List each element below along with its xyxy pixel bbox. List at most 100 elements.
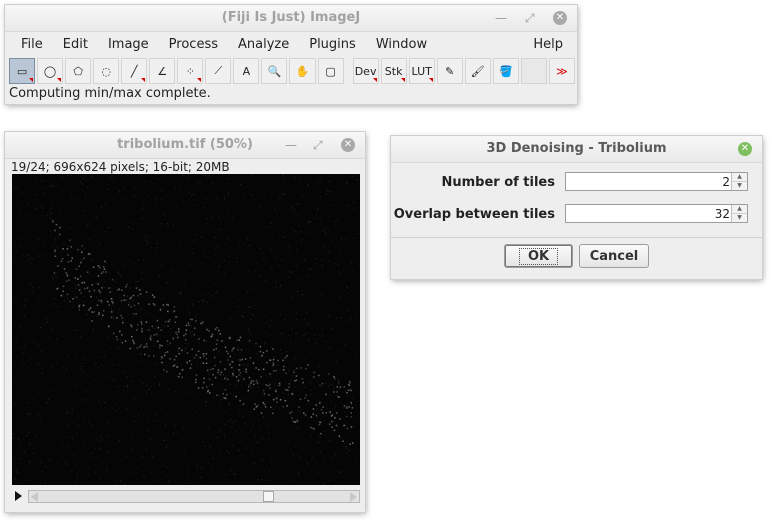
- menu-process[interactable]: Process: [159, 37, 228, 52]
- tiles-spinner[interactable]: ▲ ▼: [565, 172, 748, 191]
- menu-edit[interactable]: Edit: [53, 37, 98, 52]
- stk-tool-icon[interactable]: Stk: [380, 58, 407, 84]
- menu-plugins[interactable]: Plugins: [299, 37, 366, 52]
- pencil-tool-icon[interactable]: ✎: [436, 58, 463, 84]
- noise-speck: [19, 457, 21, 459]
- brush-tool-icon[interactable]: 🖌: [464, 58, 491, 84]
- cell-speck: [86, 271, 89, 273]
- cell-speck: [188, 324, 190, 326]
- noise-speck: [321, 265, 323, 266]
- cell-speck: [347, 383, 350, 386]
- noise-speck: [72, 276, 74, 278]
- noise-speck: [259, 324, 261, 326]
- noise-speck: [243, 194, 245, 196]
- maximize-icon[interactable]: ⤢: [313, 132, 323, 158]
- cell-speck: [177, 330, 180, 333]
- noise-speck: [52, 276, 54, 278]
- overlap-input[interactable]: [566, 205, 732, 222]
- lut-tool-icon[interactable]: LUT: [408, 58, 435, 84]
- cell-speck: [108, 325, 110, 327]
- noise-speck: [312, 290, 314, 292]
- noise-speck: [271, 250, 273, 252]
- oval-tool-icon[interactable]: ◯: [37, 58, 64, 84]
- noise-speck: [34, 193, 36, 195]
- spinner-up-icon[interactable]: ▲: [731, 205, 747, 214]
- wand-tool-icon[interactable]: ⟋: [205, 58, 232, 84]
- noise-speck: [190, 482, 192, 484]
- play-icon[interactable]: [15, 491, 22, 501]
- cell-speck: [236, 339, 238, 341]
- minimize-icon[interactable]: —: [495, 5, 507, 31]
- noise-speck: [78, 351, 79, 353]
- maximize-icon[interactable]: ⤢: [525, 5, 535, 31]
- noise-speck: [133, 272, 135, 274]
- cell-speck: [77, 278, 79, 280]
- zoom-tool-icon[interactable]: 🔍: [261, 58, 288, 84]
- imagej-titlebar[interactable]: (Fiji Is Just) ImageJ — ⤢ ✕: [5, 5, 577, 32]
- close-icon[interactable]: ✕: [553, 11, 567, 25]
- menu-analyze[interactable]: Analyze: [228, 37, 299, 52]
- noise-speck: [350, 404, 352, 405]
- tiles-input[interactable]: [566, 173, 732, 190]
- noise-speck: [291, 227, 293, 229]
- cell-speck: [207, 389, 209, 392]
- image-titlebar[interactable]: tribolium.tif (50%) — ⤢ ✕: [5, 132, 365, 159]
- noise-speck: [179, 271, 181, 273]
- noise-speck: [337, 470, 338, 472]
- polygon-tool-icon-glyph: ⬠: [73, 64, 83, 78]
- spinner-up-icon[interactable]: ▲: [731, 173, 747, 182]
- polygon-tool-icon[interactable]: ⬠: [65, 58, 92, 84]
- dev-tool-icon[interactable]: Dev: [352, 58, 379, 84]
- noise-speck: [67, 298, 68, 300]
- line-tool-icon[interactable]: ╱: [121, 58, 148, 84]
- noise-speck: [45, 466, 47, 468]
- spinner-down-icon[interactable]: ▼: [731, 214, 747, 222]
- more-tools-icon[interactable]: ≫: [548, 58, 575, 84]
- rectangle-tool-icon[interactable]: ▭: [9, 58, 36, 84]
- cell-speck: [351, 442, 354, 444]
- image-canvas[interactable]: [12, 174, 360, 485]
- noise-speck: [131, 261, 133, 263]
- menu-image[interactable]: Image: [98, 37, 159, 52]
- spinner-down-icon[interactable]: ▼: [731, 182, 747, 190]
- noise-speck: [145, 240, 147, 241]
- noise-speck: [275, 281, 277, 283]
- close-icon[interactable]: ✕: [738, 142, 752, 156]
- menu-window[interactable]: Window: [366, 37, 437, 52]
- hand-tool-icon[interactable]: ✋: [289, 58, 316, 84]
- overlap-spinner[interactable]: ▲ ▼: [565, 204, 748, 223]
- noise-speck: [192, 252, 194, 254]
- noise-speck: [67, 175, 68, 177]
- ok-button[interactable]: OK: [504, 244, 573, 268]
- noise-speck: [186, 295, 188, 297]
- cell-speck: [58, 233, 61, 236]
- freehand-tool-icon[interactable]: ◌: [93, 58, 120, 84]
- close-icon[interactable]: ✕: [341, 138, 355, 152]
- menu-help[interactable]: Help: [523, 37, 573, 52]
- noise-speck: [89, 239, 91, 240]
- noise-speck: [137, 281, 139, 283]
- cancel-button[interactable]: Cancel: [579, 244, 649, 268]
- empty-tool-slot[interactable]: [520, 58, 547, 84]
- noise-speck: [132, 228, 134, 230]
- noise-speck: [134, 420, 136, 422]
- text-tool-icon[interactable]: A: [233, 58, 260, 84]
- cell-speck: [253, 383, 255, 386]
- scroll-right-icon[interactable]: [350, 491, 357, 502]
- noise-speck: [199, 407, 201, 409]
- stack-slice-scrollbar[interactable]: [28, 489, 360, 503]
- scroll-left-icon[interactable]: [31, 491, 38, 502]
- noise-speck: [252, 364, 254, 366]
- angle-tool-icon[interactable]: ∠: [149, 58, 176, 84]
- noise-speck: [299, 411, 301, 413]
- flood-fill-tool-icon[interactable]: 🪣: [492, 58, 519, 84]
- minimize-icon[interactable]: —: [285, 132, 297, 158]
- color-picker-tool-icon[interactable]: ▢: [317, 58, 344, 84]
- point-tool-icon[interactable]: ⁘: [177, 58, 204, 84]
- cell-speck: [252, 380, 255, 382]
- menu-file[interactable]: File: [11, 37, 53, 52]
- scroll-thumb[interactable]: [263, 490, 275, 502]
- dialog-titlebar[interactable]: 3D Denoising - Tribolium ✕: [391, 136, 762, 163]
- noise-speck: [38, 239, 39, 241]
- cell-speck: [245, 368, 247, 371]
